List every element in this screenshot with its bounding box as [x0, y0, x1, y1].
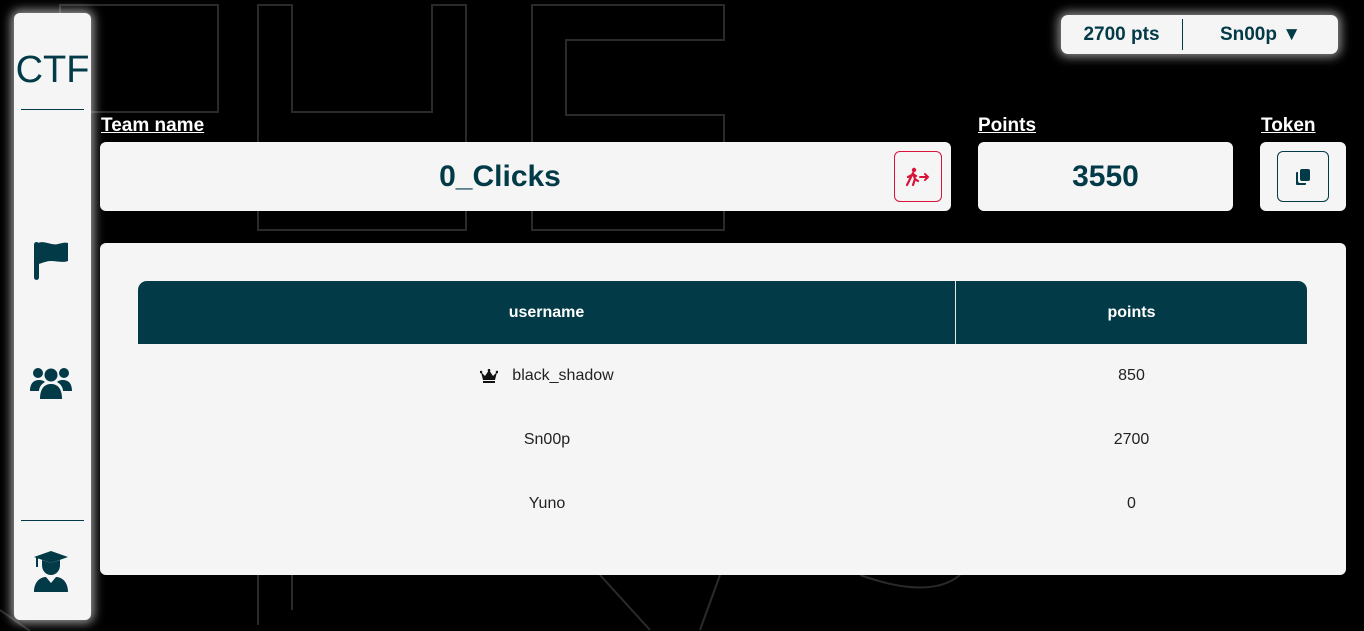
leave-team-button[interactable] — [894, 151, 942, 202]
token-label: Token — [1261, 115, 1316, 136]
token-card — [1260, 142, 1346, 211]
logo[interactable]: CTF — [14, 51, 91, 89]
sidebar-item-learn[interactable] — [29, 549, 73, 593]
members-card: username points black_shadow 850 Sn00p 2… — [100, 243, 1346, 575]
users-icon — [30, 368, 72, 399]
leave-icon — [906, 167, 930, 186]
member-points: 2700 — [1113, 431, 1150, 448]
team-name: 0_Clicks — [439, 160, 561, 193]
flag-icon — [34, 242, 68, 280]
member-points: 850 — [1118, 367, 1145, 384]
table-row: black_shadow 850 — [138, 344, 1307, 408]
sidebar-divider — [21, 109, 84, 110]
user-status-bar: 2700 pts Sn00p ▼ — [1061, 15, 1338, 54]
member-points: 0 — [1127, 495, 1136, 512]
team-name-label: Team name — [101, 115, 205, 136]
graduate-icon — [34, 551, 68, 592]
table-row: Sn00p 2700 — [138, 408, 1307, 472]
sidebar-item-team[interactable] — [29, 361, 73, 405]
user-menu-dropdown[interactable]: Sn00p ▼ — [1183, 24, 1338, 46]
sidebar: CTF — [14, 13, 91, 620]
copy-token-button[interactable] — [1277, 151, 1329, 202]
member-username: Yuno — [528, 495, 566, 512]
table-row: Yuno 0 — [138, 472, 1307, 536]
table-header: username points — [138, 281, 1307, 344]
sidebar-item-challenges[interactable] — [29, 238, 73, 282]
user-points: 2700 pts — [1083, 23, 1160, 45]
sidebar-divider — [21, 520, 84, 521]
member-username: black_shadow — [512, 367, 614, 384]
column-header-username[interactable]: username — [138, 281, 956, 344]
members-table: username points black_shadow 850 Sn00p 2… — [138, 281, 1307, 536]
crown-icon — [480, 369, 499, 383]
member-username: Sn00p — [523, 431, 571, 448]
team-points-card: 3550 — [978, 142, 1233, 211]
team-points: 3550 — [1072, 160, 1139, 193]
copy-icon — [1296, 168, 1310, 185]
member-username-cell: black_shadow — [138, 344, 956, 408]
team-name-card: 0_Clicks — [100, 142, 951, 211]
column-header-points[interactable]: points — [956, 281, 1307, 344]
points-label: Points — [978, 115, 1037, 136]
